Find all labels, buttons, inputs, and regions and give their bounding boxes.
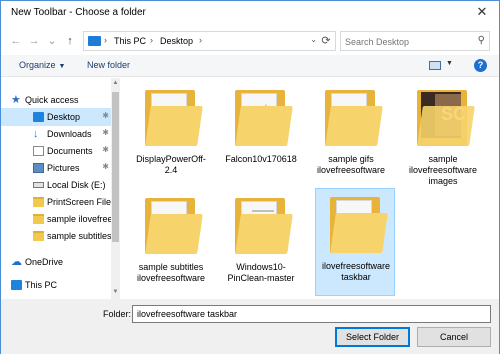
- close-icon[interactable]: ✕: [471, 3, 493, 21]
- sidebar-item-quick-access[interactable]: ★ Quick access: [1, 91, 111, 109]
- sidebar-item-label: Quick access: [25, 95, 79, 105]
- search-box[interactable]: ⚲: [340, 31, 490, 51]
- sidebar-item-local-disk[interactable]: Local Disk (E:): [1, 176, 111, 194]
- folder-item-label: sample subtitles ilovefreesoftware: [136, 262, 206, 283]
- download-icon: ↓: [33, 128, 39, 140]
- new-folder-button[interactable]: New folder: [87, 60, 130, 70]
- pin-icon: ✱: [102, 162, 109, 171]
- command-bar: Organize ▼ New folder ▼ ?: [1, 55, 499, 77]
- breadcrumb-separator-icon[interactable]: ›: [104, 35, 107, 45]
- folder-item[interactable]: sample subtitles ilovefreesoftware: [131, 190, 211, 298]
- folder-icon: [145, 90, 203, 146]
- sidebar-item-printscreen-files[interactable]: PrintScreen Files: [1, 193, 116, 211]
- scroll-down-icon[interactable]: ▼: [112, 289, 119, 295]
- folder-item-label: sample ilovefreesoftware images: [408, 154, 478, 186]
- folder-icon: [145, 198, 203, 254]
- desktop-icon: [33, 112, 44, 122]
- recent-locations-chevron-icon[interactable]: ⌄: [45, 34, 59, 48]
- folder-label: Folder:: [103, 309, 132, 319]
- sidebar-item-label: Documents: [47, 146, 93, 156]
- sidebar-item-label: PrintScreen Files: [47, 197, 116, 207]
- folder-item[interactable]: ⚙ Falcon10v170618: [221, 82, 301, 190]
- folder-item[interactable]: DisplayPowerOff-2.4: [131, 82, 211, 190]
- folder-icon: [330, 197, 388, 253]
- folder-icon: SC: [417, 90, 475, 146]
- folder-content-view: DisplayPowerOff-2.4 ⚙ Falcon10v170618 sa…: [121, 78, 499, 299]
- refresh-icon[interactable]: ⟳: [319, 34, 333, 48]
- navigation-pane: ★ Quick access Desktop ✱ ↓ Downloads ✱ D…: [1, 78, 120, 299]
- this-pc-icon: [88, 36, 101, 46]
- address-dropdown-icon[interactable]: ⌄: [310, 35, 317, 44]
- sidebar-item-label: Pictures: [47, 163, 80, 173]
- sidebar-item-label: sample subtitles: [47, 231, 112, 241]
- address-bar[interactable]: › This PC › Desktop › ⌄ ⟳: [83, 31, 336, 51]
- pin-icon: ✱: [102, 145, 109, 154]
- folder-icon: [33, 214, 44, 224]
- sidebar-item-label: OneDrive: [25, 257, 64, 267]
- folder-item[interactable]: Windows10-PinClean-master: [221, 190, 301, 298]
- window-title: New Toolbar - Choose a folder: [11, 7, 146, 18]
- view-caret-icon: ▼: [446, 60, 453, 67]
- change-view-button[interactable]: ▼: [429, 59, 455, 73]
- cloud-icon: ☁: [11, 256, 22, 268]
- help-icon[interactable]: ?: [474, 59, 487, 72]
- sidebar-item-label: sample ilovefree: [47, 214, 113, 224]
- organize-caret-icon: ▼: [58, 63, 66, 70]
- sidebar-item-pictures[interactable]: Pictures ✱: [1, 159, 111, 177]
- pin-icon: ✱: [102, 111, 109, 120]
- folder-icon: [33, 197, 44, 207]
- scrollbar-thumb[interactable]: [112, 92, 119, 242]
- pictures-icon: [33, 163, 44, 173]
- sidebar-item-label: Downloads: [47, 129, 92, 139]
- navigation-scrollbar[interactable]: ▲ ▼: [111, 78, 120, 299]
- sidebar-item-label: This PC: [25, 280, 58, 290]
- folder-name-input[interactable]: [132, 305, 491, 323]
- folder-item-label: Falcon10v170618: [225, 154, 297, 164]
- scroll-up-icon[interactable]: ▲: [112, 80, 119, 86]
- breadcrumb-desktop[interactable]: Desktop: [160, 36, 193, 46]
- search-icon[interactable]: ⚲: [478, 35, 485, 46]
- disk-icon: [33, 182, 44, 188]
- title-bar: New Toolbar - Choose a folder ✕: [1, 1, 499, 25]
- sidebar-item-onedrive[interactable]: ☁ OneDrive: [1, 253, 111, 271]
- search-input[interactable]: [345, 35, 470, 48]
- folder-icon: [235, 198, 293, 254]
- address-row: ← → ⌄ ↑ › This PC › Desktop › ⌄ ⟳ ⚲: [1, 27, 499, 55]
- sidebar-item-sample-subtitles[interactable]: sample subtitles: [1, 227, 112, 245]
- up-arrow-icon[interactable]: ↑: [63, 34, 77, 48]
- breadcrumb-this-pc[interactable]: This PC: [114, 36, 146, 46]
- cancel-button[interactable]: Cancel: [417, 327, 491, 347]
- breadcrumb-separator-icon[interactable]: ›: [150, 35, 153, 45]
- star-icon: ★: [11, 94, 21, 106]
- choose-folder-dialog: New Toolbar - Choose a folder ✕ ← → ⌄ ↑ …: [0, 0, 500, 354]
- folder-icon: [33, 231, 44, 241]
- dialog-footer: Folder: Select Folder Cancel: [1, 299, 499, 354]
- view-icon: [429, 61, 441, 70]
- sidebar-item-this-pc[interactable]: This PC: [1, 276, 111, 294]
- organize-button[interactable]: Organize ▼: [19, 60, 65, 70]
- folder-icon: ⚙: [235, 90, 293, 146]
- folder-item[interactable]: SC sample ilovefreesoftware images: [403, 82, 483, 190]
- sidebar-item-sample-ilovefree[interactable]: sample ilovefree: [1, 210, 113, 228]
- folder-item-label: Windows10-PinClean-master: [227, 262, 295, 283]
- sidebar-item-downloads[interactable]: ↓ Downloads ✱: [1, 125, 111, 143]
- folder-item-selected[interactable]: ilovefreesoftware taskbar: [315, 188, 395, 296]
- forward-arrow-icon[interactable]: →: [27, 34, 41, 48]
- pin-icon: ✱: [102, 128, 109, 137]
- breadcrumb-separator-icon[interactable]: ›: [199, 35, 202, 45]
- folder-item-label: DisplayPowerOff-2.4: [136, 154, 206, 175]
- sidebar-item-label: Local Disk (E:): [47, 180, 106, 190]
- folder-icon: [325, 90, 383, 146]
- select-folder-button[interactable]: Select Folder: [335, 327, 410, 347]
- organize-label: Organize: [19, 60, 56, 70]
- back-arrow-icon[interactable]: ←: [9, 34, 23, 48]
- document-icon: [33, 146, 44, 156]
- sidebar-item-documents[interactable]: Documents ✱: [1, 142, 111, 160]
- pc-icon: [11, 280, 22, 290]
- folder-item-label: sample gifs ilovefreesoftware: [316, 154, 386, 175]
- sidebar-item-desktop[interactable]: Desktop ✱: [1, 108, 111, 126]
- folder-item[interactable]: sample gifs ilovefreesoftware: [311, 82, 391, 190]
- sidebar-item-label: Desktop: [47, 112, 81, 122]
- folder-item-label: ilovefreesoftware taskbar: [321, 261, 391, 282]
